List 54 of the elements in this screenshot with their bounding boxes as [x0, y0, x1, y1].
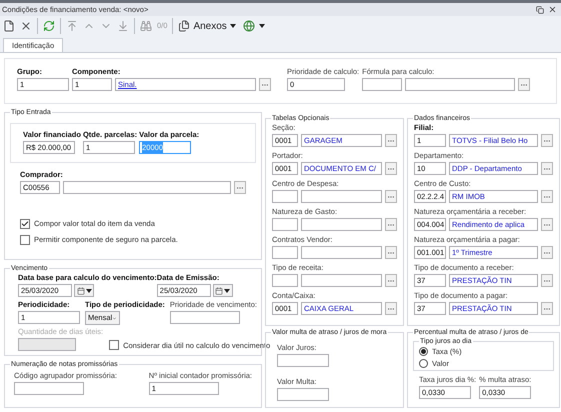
restore-icon[interactable]	[536, 6, 544, 14]
lookup-button[interactable]	[385, 302, 397, 315]
input-field[interactable]	[405, 78, 516, 91]
caret-icon	[258, 24, 265, 28]
input-field[interactable]	[301, 246, 382, 259]
refresh-icon[interactable]	[41, 18, 57, 34]
input-field[interactable]	[277, 354, 329, 367]
lookup-button[interactable]	[541, 162, 553, 175]
calendar-icon	[215, 286, 224, 294]
lookup-button[interactable]	[385, 162, 397, 175]
radio-button[interactable]	[419, 359, 428, 368]
check-icon	[21, 220, 29, 228]
input-field[interactable]	[362, 78, 402, 91]
lookup-button[interactable]	[541, 274, 553, 287]
attachments-button[interactable]: Anexos	[176, 18, 238, 34]
input-field[interactable]	[301, 218, 382, 231]
input-field[interactable]	[18, 338, 76, 351]
input-field[interactable]	[301, 190, 382, 203]
lookup-button[interactable]	[385, 274, 397, 287]
documents-icon	[178, 20, 190, 32]
caret-icon	[230, 24, 236, 28]
input-field[interactable]	[272, 246, 298, 259]
lookup-button[interactable]	[385, 134, 397, 147]
lookup-button[interactable]	[541, 190, 553, 203]
checkbox[interactable]	[109, 340, 120, 350]
globe-icon	[242, 20, 255, 32]
lookup-button[interactable]	[541, 246, 553, 259]
input-field[interactable]	[272, 218, 298, 231]
lookup-button[interactable]	[385, 190, 397, 203]
calendar-button[interactable]	[212, 284, 233, 297]
lookup-button[interactable]	[259, 78, 271, 91]
checkbox[interactable]	[20, 234, 30, 245]
lookup-button[interactable]	[518, 78, 530, 91]
radio-button[interactable]	[419, 347, 428, 356]
lookup-button[interactable]	[541, 134, 553, 147]
input-field[interactable]	[170, 311, 240, 324]
lookup-button[interactable]	[234, 181, 246, 194]
chevron-down-icon	[112, 314, 117, 322]
input-field[interactable]	[277, 388, 329, 401]
input-field[interactable]	[272, 274, 298, 287]
input-field[interactable]	[301, 274, 382, 287]
caret-icon	[86, 288, 92, 292]
calendar-icon	[76, 286, 84, 294]
close-icon[interactable]	[548, 5, 557, 14]
calendar-button[interactable]	[74, 284, 94, 297]
input-field[interactable]	[14, 382, 84, 395]
lookup-button[interactable]	[541, 218, 553, 231]
caret-icon	[224, 288, 230, 292]
lookup-button[interactable]	[385, 218, 397, 231]
checkbox[interactable]	[20, 218, 30, 229]
input-field[interactable]	[272, 190, 298, 203]
lookup-button[interactable]	[385, 246, 397, 259]
lookup-button[interactable]	[541, 302, 553, 315]
input-field[interactable]	[63, 181, 231, 194]
